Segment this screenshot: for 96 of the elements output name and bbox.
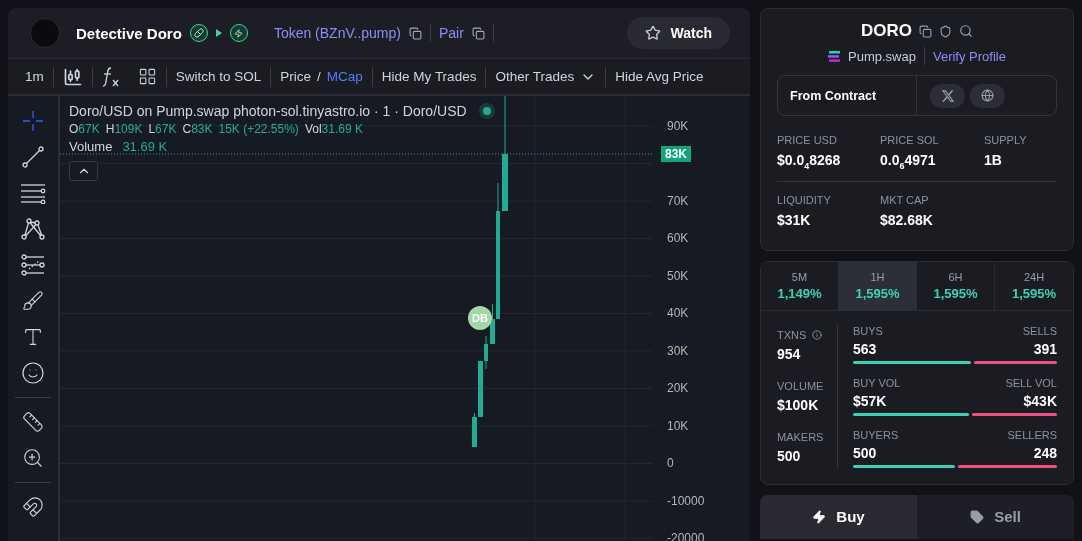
- stat-value: 248: [1032, 444, 1057, 461]
- axis-label: 0: [667, 457, 674, 470]
- trade-tab[interactable]: Buy: [760, 494, 917, 539]
- ohlc-value: L67K: [148, 122, 177, 136]
- candlestick-icon: [62, 66, 83, 87]
- stat-label: VOLUME: [777, 379, 824, 392]
- switch-currency-button[interactable]: Switch to SOL: [166, 62, 271, 91]
- stat-value: 1B: [984, 152, 1003, 168]
- watch-button[interactable]: Watch: [626, 17, 730, 49]
- axis-label: 60K: [667, 232, 689, 245]
- globe-icon: [981, 89, 994, 102]
- chart-title: Doro/USD on Pump.swap photon-sol.tinyastro.io · 1 · Doro/USD: [69, 103, 467, 119]
- tag-icon: [970, 509, 985, 524]
- exchange-name: Pump.swap: [848, 48, 916, 64]
- collapse-button[interactable]: [69, 161, 98, 181]
- stat-label: MKT CAP: [880, 193, 930, 206]
- verify-profile-link[interactable]: Verify Profile: [932, 48, 1006, 64]
- hide-my-trades-button[interactable]: Hide My Trades: [372, 62, 486, 91]
- stat-value: 391: [1032, 340, 1057, 357]
- stat-value: 954: [777, 345, 802, 362]
- star-icon: [644, 25, 661, 41]
- stat-value: 563: [853, 340, 878, 357]
- smile-icon[interactable]: [19, 360, 47, 386]
- price-change: 15K (+22.55%): [218, 122, 299, 136]
- horizontal-lines-icon[interactable]: [20, 182, 46, 204]
- search-icon[interactable]: [959, 24, 973, 38]
- stat-label: BUYS: [853, 324, 884, 337]
- current-price-tag: 83K: [661, 145, 691, 162]
- arrow-icon: [215, 29, 222, 37]
- ohlc-value: C83K: [182, 122, 213, 136]
- website-button[interactable]: [970, 83, 1005, 108]
- stat-value: $57K: [853, 392, 888, 409]
- stat-label: MAKERS: [777, 430, 824, 443]
- trend-line-icon[interactable]: [21, 145, 45, 169]
- axis-label: 40K: [667, 307, 689, 320]
- axis-label: 90K: [667, 119, 689, 132]
- other-trades-dropdown[interactable]: Other Trades: [486, 62, 606, 91]
- grid-icon: [137, 67, 157, 86]
- stat-label: LIQUIDITY: [777, 193, 832, 206]
- axis-label: -10000: [667, 494, 705, 507]
- copy-icon[interactable]: [919, 24, 932, 38]
- x-social-button[interactable]: [930, 83, 965, 108]
- x-logo-icon: [940, 88, 955, 103]
- axis-label: 50K: [667, 269, 689, 282]
- token-link[interactable]: Token (BZnV..pump): [273, 25, 401, 41]
- hide-avg-price-button[interactable]: Hide Avg Price: [606, 62, 713, 91]
- axis-label: 20K: [667, 382, 689, 395]
- crosshair-line: [504, 96, 506, 154]
- axis-label: 30K: [667, 344, 689, 357]
- axis-label: 10K: [667, 419, 689, 432]
- pill-badge-icon: [189, 24, 208, 42]
- stat-label: BUY VOL: [853, 376, 902, 389]
- stat-label: PRICE SOL: [880, 134, 940, 146]
- volume-value: Vol31.69 K: [304, 122, 363, 136]
- shield-icon[interactable]: [939, 24, 952, 38]
- solana-logo-icon: [828, 50, 841, 62]
- stat-value: $100K: [777, 396, 820, 413]
- stat-value: 500: [853, 444, 878, 461]
- stat-label: BUYERS: [853, 428, 900, 441]
- stat-label: SUPPLY: [984, 134, 1028, 146]
- stat-value: $43K: [1022, 392, 1057, 409]
- axis-label: 70K: [667, 194, 689, 207]
- token-symbol: DORO: [861, 21, 912, 41]
- period-tab[interactable]: 1H 1,595%: [839, 261, 917, 310]
- function-icon[interactable]: [101, 66, 120, 87]
- ohlc-value: H109K: [105, 122, 143, 136]
- token-name: Detective Doro: [76, 24, 182, 42]
- copy-icon[interactable]: [409, 26, 422, 40]
- stat-value: $0.0$_{4}$8268: [777, 152, 842, 171]
- price-mcap-toggle[interactable]: Price / MCap: [271, 62, 372, 91]
- stat-label: PRICE USD: [777, 134, 838, 146]
- copy-icon[interactable]: [471, 26, 485, 40]
- stat-value: $31K: [777, 211, 812, 228]
- pattern-icon[interactable]: [21, 217, 45, 241]
- swap-badge-icon: [229, 24, 248, 42]
- volume-label: Volume: [69, 139, 113, 154]
- trade-marker: DB: [468, 306, 492, 330]
- pair-link[interactable]: Pair: [439, 25, 464, 41]
- volume-value: 31.69 K: [122, 139, 168, 154]
- trade-tab[interactable]: Sell: [917, 494, 1074, 539]
- stat-label: TXNS: [777, 328, 807, 341]
- ohlc-value: O67K: [69, 122, 100, 136]
- info-icon: [812, 329, 823, 340]
- contract-label: From Contract: [778, 76, 917, 115]
- period-tab[interactable]: 5M 1,149%: [761, 261, 839, 310]
- stat-value: 500: [777, 447, 802, 464]
- stat-label: SELLERS: [1006, 428, 1057, 441]
- interval-button[interactable]: 1m: [16, 62, 53, 91]
- stat-label: SELLS: [1021, 324, 1057, 337]
- stat-label: SELL VOL: [1004, 376, 1057, 389]
- avatar: [30, 18, 60, 48]
- lightning-icon: [812, 509, 827, 524]
- stat-value: $82.68K: [880, 211, 934, 228]
- status-dot: [478, 103, 495, 119]
- fib-levels-icon[interactable]: [21, 254, 45, 276]
- stat-value: 0.0$_{6}$4971: [880, 152, 937, 171]
